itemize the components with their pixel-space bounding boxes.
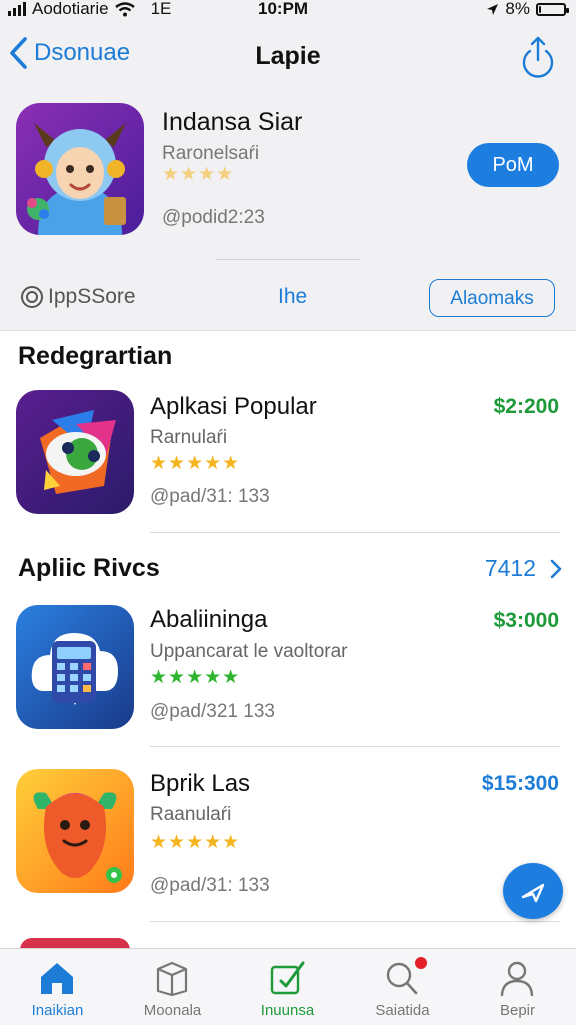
list-item[interactable]: Aplkasi Popular Rarnulaŕi ★★★★★ @pad/31:… — [0, 385, 576, 525]
tab-label: Moonala — [143, 1002, 202, 1019]
divider — [216, 259, 360, 260]
app-subtitle: Rarnulaŕi — [150, 427, 228, 448]
signal-icon — [8, 2, 26, 16]
featured-get-button[interactable]: PoM — [467, 143, 559, 187]
tab-home[interactable]: Inaikian — [0, 949, 115, 1025]
tab-label: Saiatida — [375, 1002, 430, 1019]
header-divider — [0, 330, 576, 331]
edit-icon — [270, 961, 305, 995]
app-name: Bprik Las — [150, 770, 251, 797]
app-store-icon — [21, 286, 43, 308]
app-name: Aplkasi Popular — [150, 393, 317, 420]
middle-tab-link[interactable]: Ihe — [278, 285, 307, 309]
app-name: Abaliininga — [150, 606, 268, 633]
page-title: Lapie — [255, 42, 321, 70]
source-text: IppSSore — [48, 285, 136, 308]
app-subtitle: Uppancarat le vaoltorar — [150, 641, 348, 662]
rating-stars: ★★★★★ — [150, 453, 241, 474]
battery-icon — [536, 2, 569, 16]
featured-app-name: Indansa Siar — [162, 108, 303, 136]
see-all-link[interactable]: 7412 — [485, 555, 562, 582]
tab-profile[interactable]: Bepir — [460, 949, 575, 1025]
featured-app-subtitle: Raronelsaŕi — [162, 143, 260, 164]
tab-bar: Inaikian Moonala Inuunsa Saiatida Bepir — [0, 948, 576, 1025]
person-icon — [500, 961, 534, 997]
rating-stars: ★★★★★ — [150, 832, 241, 853]
tab-box[interactable]: Moonala — [115, 949, 230, 1025]
wifi-icon — [114, 1, 135, 16]
section-title: Redegrartian — [18, 342, 173, 370]
app-price: $2:200 — [493, 395, 559, 418]
tab-label: Inaikian — [31, 1002, 84, 1019]
status-bar: Aodotiarie 1E 10:PM 8% — [0, 0, 576, 22]
app-subtitle: Raanulaŕi — [150, 804, 232, 825]
row-divider — [150, 921, 560, 922]
row-divider — [150, 746, 560, 747]
app-icon — [16, 769, 134, 893]
send-icon — [521, 883, 545, 903]
list-item[interactable]: Bprik Las Raanulaŕi ★★★★★ @pad/31: 133 $… — [0, 764, 576, 904]
tab-label: Inuunsa — [260, 1002, 315, 1019]
share-icon — [522, 36, 554, 78]
tab-search[interactable]: Saiatida — [345, 949, 460, 1025]
tab-label: Bepir — [499, 1002, 536, 1019]
rating-stars: ★★★★★ — [150, 667, 241, 688]
battery-percent: 8% — [505, 0, 530, 18]
app-meta: @pad/321 133 — [150, 701, 275, 722]
app-icon — [16, 390, 134, 514]
notification-badge — [415, 957, 427, 969]
app-price: $3:000 — [493, 609, 559, 632]
featured-rating-stars: ★★★★ — [162, 164, 235, 185]
network-label: 1E — [150, 0, 172, 18]
app-meta: @pad/31: 133 — [150, 486, 270, 507]
box-icon — [156, 961, 188, 997]
section-title: Apliic Rivcs — [18, 554, 160, 582]
carrier-label: Aodotiarie — [32, 0, 109, 18]
outline-action-button[interactable]: Alaomaks — [429, 279, 555, 317]
see-all-label: 7412 — [484, 555, 536, 581]
share-button[interactable] — [518, 34, 558, 80]
clock: 10:PM — [258, 0, 309, 18]
app-meta: @pad/31: 133 — [150, 875, 270, 896]
app-icon — [16, 605, 134, 729]
home-icon — [41, 963, 73, 994]
chevron-right-icon — [550, 559, 562, 578]
list-item[interactable]: Abaliininga Uppancarat le vaoltorar ★★★★… — [0, 600, 576, 740]
tab-edit[interactable]: Inuunsa — [230, 949, 345, 1025]
featured-app-meta: @podid2:23 — [162, 207, 265, 228]
source-label: IppSSore — [20, 285, 136, 309]
floating-action-button[interactable] — [503, 863, 563, 919]
app-price: $15:300 — [481, 772, 559, 795]
featured-app-icon[interactable] — [16, 103, 144, 235]
location-icon — [487, 3, 499, 15]
row-divider — [150, 532, 560, 533]
